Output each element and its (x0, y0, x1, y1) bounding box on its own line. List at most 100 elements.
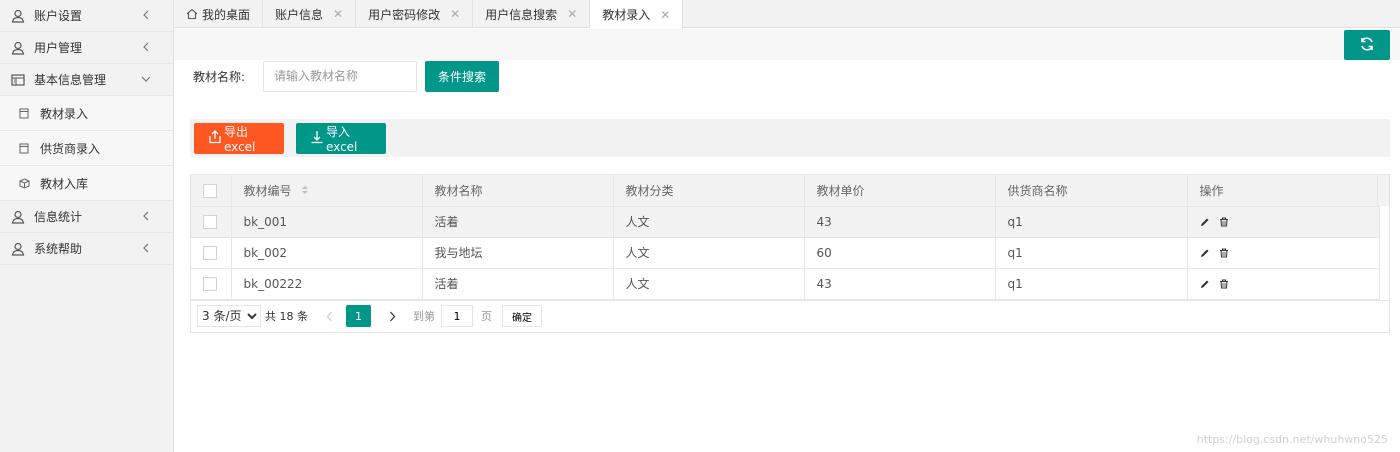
edit-icon[interactable] (1200, 279, 1210, 289)
sidebar-item-basic-info-management[interactable]: 基本信息管理 (0, 64, 173, 96)
current-page[interactable]: 1 (346, 305, 371, 327)
tab-label: 我的桌面 (202, 7, 251, 22)
sidebar-item-account-settings[interactable]: 账户设置 (0, 0, 173, 32)
sidebar-subitem-textbook-entry[interactable]: 教材录入 (0, 96, 173, 131)
cell-name: 我与地坛 (422, 237, 614, 269)
select-all-cell (191, 175, 232, 207)
row-select-cell (191, 206, 232, 238)
delete-icon[interactable] (1219, 217, 1229, 227)
close-icon[interactable]: ✕ (567, 7, 577, 21)
edit-icon[interactable] (1200, 217, 1210, 227)
page-unit-label: 页 (481, 310, 492, 323)
search-row: 教材名称: 条件搜索 (193, 60, 499, 92)
column-header-actions: 操作 (1187, 175, 1380, 207)
column-header-id[interactable]: 教材编号 (231, 175, 423, 207)
row-checkbox[interactable] (203, 214, 217, 229)
header-scroll-gutter (1377, 175, 1389, 206)
search-button[interactable]: 条件搜索 (425, 60, 499, 92)
user-icon (10, 40, 26, 56)
cell-price: 60 (804, 237, 996, 269)
cell-id: bk_001 (231, 206, 423, 238)
refresh-icon (1359, 36, 1375, 55)
row-select-cell (191, 268, 232, 300)
sidebar-subitem-textbook-stock-in[interactable]: 教材入库 (0, 166, 173, 201)
column-header-name: 教材名称 (422, 175, 614, 207)
chevron-left-icon (326, 311, 332, 321)
table-toolbar: 导出excel 导入excel (190, 119, 1390, 157)
column-header-supplier: 供货商名称 (995, 175, 1188, 207)
tab-label: 教材录入 (602, 8, 651, 22)
table-row[interactable]: bk_00222 活着 人文 43 q1 (191, 268, 1380, 300)
close-icon[interactable]: ✕ (660, 8, 670, 22)
tab-bar: 我的桌面 账户信息 ✕ 用户密码修改 ✕ 用户信息搜索 ✕ 教材录入 ✕ (174, 0, 1400, 29)
row-checkbox[interactable] (203, 245, 217, 260)
doc-icon (18, 107, 30, 119)
tab-label: 用户信息搜索 (485, 7, 558, 22)
import-excel-button[interactable]: 导入excel (296, 123, 386, 154)
sidebar-subitem-label: 供货商录入 (40, 141, 101, 156)
total-count: 共 18 条 (265, 310, 308, 323)
column-header-price: 教材单价 (804, 175, 996, 207)
edit-icon[interactable] (1200, 248, 1210, 258)
cell-actions (1187, 206, 1380, 238)
user-icon (10, 8, 26, 24)
sidebar-item-label: 信息统计 (34, 210, 83, 224)
sort-icon[interactable] (301, 184, 309, 198)
cell-category: 人文 (613, 206, 805, 238)
table-row[interactable]: bk_002 我与地坛 人文 60 q1 (191, 237, 1380, 269)
sidebar-item-label: 基本信息管理 (34, 73, 107, 87)
table-header-row: 教材编号 教材名称 教材分类 教材单价 供货商名称 操作 (191, 175, 1380, 207)
row-select-cell (191, 237, 232, 269)
watermark: https://blog.csdn.net/whuhwno525 (1196, 433, 1388, 446)
cell-id: bk_00222 (231, 268, 423, 300)
delete-icon[interactable] (1219, 279, 1229, 289)
cell-id: bk_002 (231, 237, 423, 269)
select-all-checkbox[interactable] (203, 183, 217, 198)
tab-user-search[interactable]: 用户信息搜索 ✕ (473, 0, 591, 28)
sidebar-subitem-label: 教材录入 (40, 106, 89, 121)
chevron-left-icon (139, 209, 153, 223)
cell-price: 43 (804, 268, 996, 300)
pagination: 3 条/页 共 18 条 1 到第 页 确定 (191, 299, 1389, 332)
table-row[interactable]: bk_001 活着 人文 43 q1 (191, 206, 1380, 238)
chevron-left-icon (139, 8, 153, 22)
next-page-button[interactable] (381, 305, 403, 327)
sidebar-item-label: 系统帮助 (34, 242, 83, 256)
sidebar-item-label: 用户管理 (34, 41, 83, 55)
cell-price: 43 (804, 206, 996, 238)
close-icon[interactable]: ✕ (333, 7, 343, 21)
top-strip (174, 29, 1400, 60)
search-input[interactable] (263, 60, 417, 92)
doc-icon (18, 142, 30, 154)
cube-icon (18, 177, 30, 189)
close-icon[interactable]: ✕ (450, 7, 460, 21)
prev-page-button[interactable] (318, 305, 340, 327)
export-excel-button[interactable]: 导出excel (194, 123, 284, 154)
sidebar-item-statistics[interactable]: 信息统计 (0, 201, 173, 233)
sidebar-subitem-supplier-entry[interactable]: 供货商录入 (0, 131, 173, 166)
tab-textbook-entry[interactable]: 教材录入 ✕ (590, 0, 684, 29)
cell-actions (1187, 268, 1380, 300)
row-checkbox[interactable] (203, 276, 217, 291)
cell-category: 人文 (613, 268, 805, 300)
data-table: 教材编号 教材名称 教材分类 教材单价 供货商名称 操作 bk_001 活着 人… (190, 174, 1390, 333)
column-header-label: 教材编号 (243, 183, 292, 198)
refresh-button[interactable] (1344, 30, 1390, 60)
import-label: 导入excel (326, 125, 358, 154)
delete-icon[interactable] (1219, 248, 1229, 258)
cell-supplier: q1 (995, 206, 1188, 238)
cell-name: 活着 (422, 206, 614, 238)
goto-page-input[interactable] (441, 305, 473, 327)
sidebar-item-system-help[interactable]: 系统帮助 (0, 233, 173, 265)
page-size-select[interactable]: 3 条/页 (197, 305, 261, 327)
tab-account-info[interactable]: 账户信息 ✕ (263, 0, 357, 28)
export-label: 导出excel (224, 125, 256, 154)
tab-label: 用户密码修改 (368, 7, 441, 22)
grid-icon (10, 72, 26, 88)
tab-my-desktop[interactable]: 我的桌面 (174, 0, 264, 28)
tab-password-change[interactable]: 用户密码修改 ✕ (356, 0, 474, 28)
chevron-left-icon (139, 40, 153, 54)
user-icon (10, 241, 26, 257)
sidebar-item-user-management[interactable]: 用户管理 (0, 32, 173, 64)
goto-confirm-button[interactable]: 确定 (502, 305, 542, 327)
